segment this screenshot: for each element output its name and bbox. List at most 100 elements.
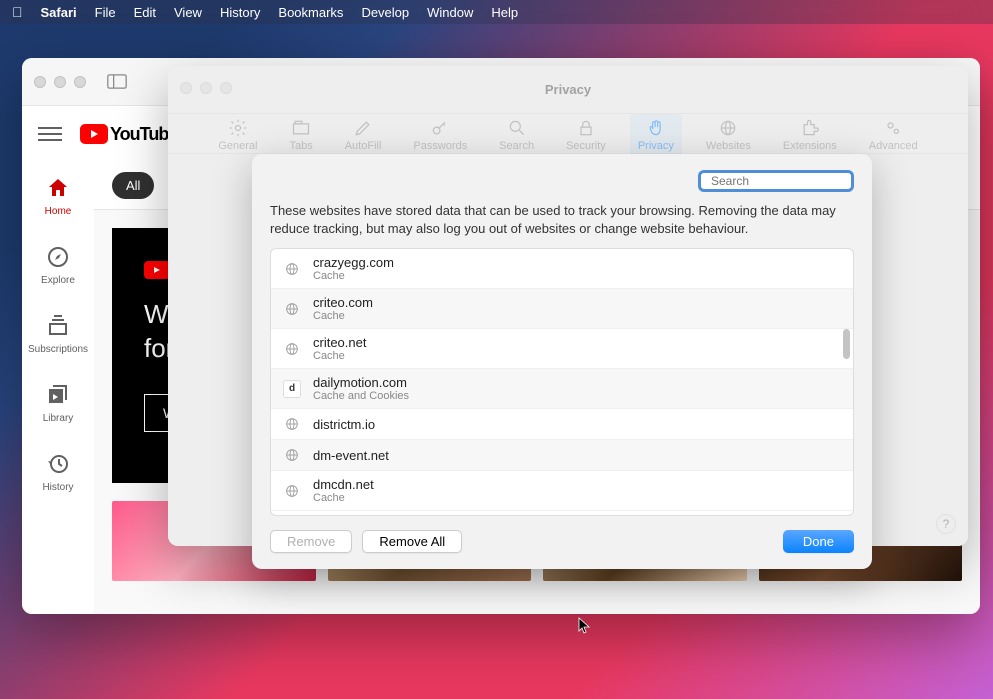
sheet-description: These websites have stored data that can… <box>270 202 854 238</box>
prefs-title: Privacy <box>545 82 591 97</box>
mouse-cursor <box>578 617 592 640</box>
sidebar-item-explore[interactable]: Explore <box>22 231 94 300</box>
sidebar-item-label: Library <box>43 413 74 424</box>
site-data-type: Cache <box>313 310 373 322</box>
prefs-titlebar: Privacy <box>168 66 968 114</box>
tab-general[interactable]: General <box>210 114 265 156</box>
library-icon <box>46 383 70 407</box>
globe-icon <box>283 260 301 278</box>
hamburger-menu-icon[interactable] <box>38 122 62 146</box>
sidebar-item-label: History <box>42 482 73 493</box>
menu-file[interactable]: File <box>95 5 116 20</box>
remove-button[interactable]: Remove <box>270 530 352 553</box>
site-domain: districtm.io <box>313 417 375 432</box>
zoom-window-icon[interactable] <box>74 76 86 88</box>
menu-window[interactable]: Window <box>427 5 473 20</box>
tab-security[interactable]: Security <box>558 114 614 156</box>
minimize-window-icon[interactable] <box>54 76 66 88</box>
menu-bookmarks[interactable]: Bookmarks <box>278 5 343 20</box>
key-icon <box>430 118 450 138</box>
close-window-icon[interactable] <box>34 76 46 88</box>
done-button[interactable]: Done <box>783 530 854 553</box>
remove-all-button[interactable]: Remove All <box>362 530 462 553</box>
tab-tabs[interactable]: Tabs <box>281 114 320 156</box>
help-button[interactable]: ? <box>936 514 956 534</box>
search-icon <box>507 118 527 138</box>
globe-icon <box>283 415 301 433</box>
close-window-icon[interactable] <box>180 82 192 94</box>
apple-menu-icon[interactable]:  <box>12 4 23 20</box>
sidebar-item-label: Subscriptions <box>28 344 88 355</box>
globe-icon <box>283 340 301 358</box>
compass-icon <box>46 245 70 269</box>
sidebar-item-subscriptions[interactable]: Subscriptions <box>22 300 94 369</box>
site-data-type: Cache and Cookies <box>313 390 409 402</box>
globe-icon <box>283 300 301 318</box>
safari-preferences-window: Privacy General Tabs AutoFill Passwords … <box>168 66 968 546</box>
site-domain: crazyegg.com <box>313 255 394 270</box>
gears-icon <box>883 118 903 138</box>
globe-icon <box>283 446 301 464</box>
subscriptions-icon <box>46 314 70 338</box>
tab-advanced[interactable]: Advanced <box>861 114 926 156</box>
sidebar-toggle-icon[interactable] <box>104 72 130 92</box>
sidebar-item-label: Explore <box>41 275 75 286</box>
website-data-list[interactable]: crazyegg.comCachecriteo.comCachecriteo.n… <box>270 248 854 516</box>
site-domain: dmcdn.net <box>313 477 374 492</box>
search-field[interactable] <box>698 170 854 192</box>
website-data-sheet: These websites have stored data that can… <box>252 154 872 569</box>
pen-icon <box>353 118 373 138</box>
site-row[interactable]: dm-event.net <box>271 440 853 471</box>
app-menu[interactable]: Safari <box>41 5 77 20</box>
lock-icon <box>576 118 596 138</box>
site-data-type: Cache <box>313 270 394 282</box>
site-row[interactable]: d dailymotion.comCache and Cookies <box>271 369 853 409</box>
gear-icon <box>228 118 248 138</box>
site-domain: dm-event.net <box>313 448 389 463</box>
site-row[interactable]: dmcdn.netCache <box>271 471 853 511</box>
sidebar-item-history[interactable]: History <box>22 438 94 507</box>
favicon-icon: d <box>283 380 301 398</box>
minimize-window-icon[interactable] <box>200 82 212 94</box>
site-domain: criteo.net <box>313 335 366 350</box>
youtube-play-icon <box>144 261 170 279</box>
window-traffic-lights[interactable] <box>180 82 232 94</box>
menu-help[interactable]: Help <box>491 5 518 20</box>
youtube-logo[interactable]: YouTube <box>80 124 177 145</box>
scrollbar-thumb[interactable] <box>843 329 850 359</box>
tabs-icon <box>291 118 311 138</box>
home-icon <box>46 176 70 200</box>
macos-menubar:  Safari File Edit View History Bookmark… <box>0 0 993 24</box>
puzzle-icon <box>800 118 820 138</box>
tab-websites[interactable]: Websites <box>698 114 759 156</box>
tab-privacy[interactable]: Privacy <box>630 114 682 156</box>
tab-extensions[interactable]: Extensions <box>775 114 845 156</box>
chip-all[interactable]: All <box>112 172 154 199</box>
sidebar-item-home[interactable]: Home <box>22 162 94 231</box>
window-traffic-lights[interactable] <box>34 76 86 88</box>
globe-icon <box>718 118 738 138</box>
search-input[interactable] <box>711 174 866 188</box>
menu-develop[interactable]: Develop <box>361 5 409 20</box>
site-domain: dailymotion.com <box>313 375 409 390</box>
site-row[interactable]: districtm.io <box>271 409 853 440</box>
site-row[interactable]: crazyegg.comCache <box>271 249 853 289</box>
site-data-type: Cache <box>313 350 366 362</box>
site-domain: criteo.com <box>313 295 373 310</box>
prefs-tabs: General Tabs AutoFill Passwords Search S… <box>168 114 968 154</box>
site-row[interactable]: criteo.comCache <box>271 289 853 329</box>
youtube-play-icon <box>80 124 108 144</box>
tab-search[interactable]: Search <box>491 114 542 156</box>
sidebar-item-label: Home <box>45 206 72 217</box>
menu-history[interactable]: History <box>220 5 260 20</box>
menu-edit[interactable]: Edit <box>134 5 156 20</box>
zoom-window-icon[interactable] <box>220 82 232 94</box>
site-row[interactable]: criteo.netCache <box>271 329 853 369</box>
history-icon <box>46 452 70 476</box>
sidebar-item-library[interactable]: Library <box>22 369 94 438</box>
menu-view[interactable]: View <box>174 5 202 20</box>
tab-passwords[interactable]: Passwords <box>405 114 475 156</box>
hand-icon <box>646 118 666 138</box>
site-data-type: Cache <box>313 492 374 504</box>
tab-autofill[interactable]: AutoFill <box>337 114 390 156</box>
